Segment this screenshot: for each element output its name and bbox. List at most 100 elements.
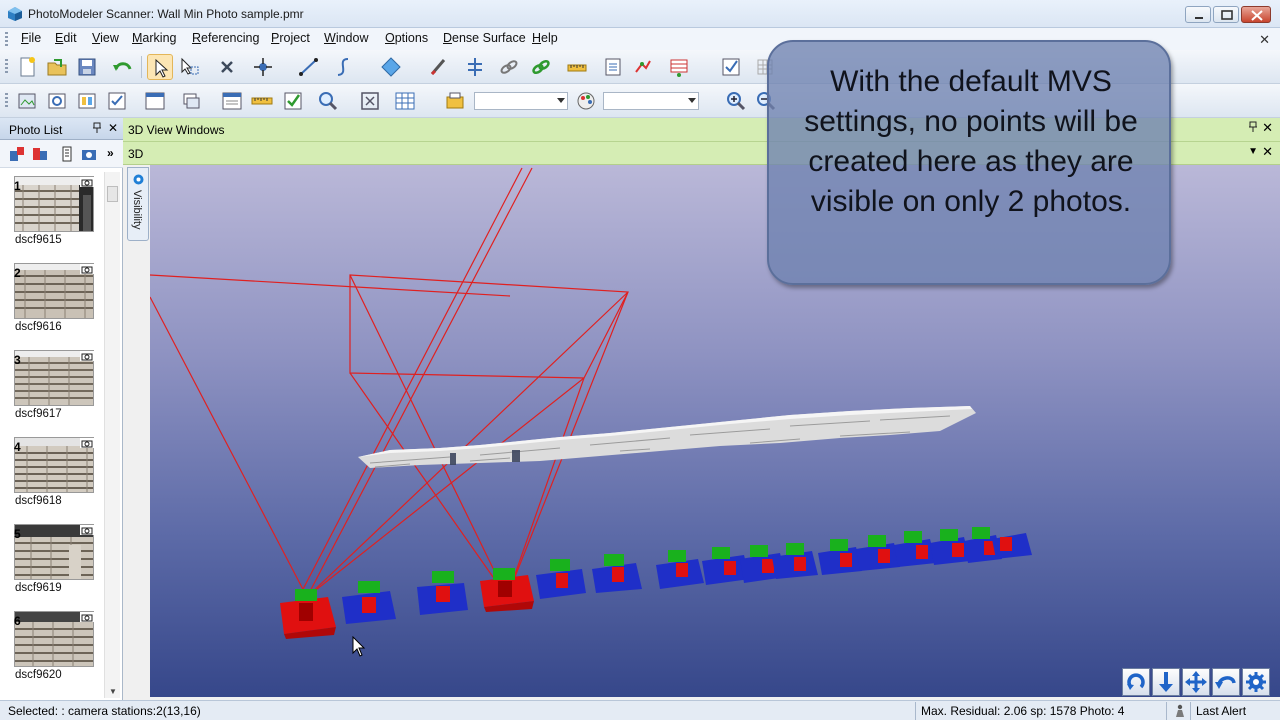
camera-station[interactable] bbox=[772, 543, 818, 579]
menu-file[interactable]: File bbox=[20, 31, 42, 45]
photo-details-icon[interactable] bbox=[58, 145, 76, 163]
photo-camera-icon[interactable] bbox=[80, 145, 98, 163]
more-tools-icon[interactable]: » bbox=[107, 146, 114, 160]
sort-photos-icon[interactable] bbox=[8, 145, 26, 163]
tab-dropdown-icon[interactable]: ▼ bbox=[1248, 146, 1258, 157]
photo-item[interactable]: 6 dscf9620 bbox=[0, 611, 104, 697]
camera-station[interactable] bbox=[656, 550, 704, 589]
menu-help[interactable]: Help bbox=[531, 31, 559, 45]
link-tool-icon[interactable] bbox=[528, 54, 554, 80]
new-project-icon[interactable] bbox=[14, 54, 40, 80]
menu-marking[interactable]: Marking bbox=[131, 31, 177, 45]
photo-item[interactable]: 4 dscf9618 bbox=[0, 437, 104, 523]
menu-options[interactable]: Options bbox=[384, 31, 429, 45]
close-button[interactable] bbox=[1241, 6, 1271, 23]
menu-referencing[interactable]: Referencing bbox=[191, 31, 260, 45]
menu-view[interactable]: View bbox=[91, 31, 120, 45]
pan-view-icon[interactable] bbox=[1182, 668, 1210, 696]
scrollbar-thumb[interactable] bbox=[107, 186, 118, 202]
delete-icon[interactable] bbox=[214, 54, 240, 80]
reference-tool-icon[interactable] bbox=[462, 54, 488, 80]
chain-tool-icon[interactable] bbox=[496, 54, 522, 80]
table-tool-icon[interactable] bbox=[666, 54, 692, 80]
menu-edit[interactable]: Edit bbox=[54, 31, 78, 45]
table-view-icon[interactable] bbox=[142, 88, 168, 114]
photo-item[interactable]: 5 dscf9619 bbox=[0, 524, 104, 610]
camera-station[interactable] bbox=[894, 531, 936, 567]
checklist-icon[interactable] bbox=[280, 88, 306, 114]
alert-person-icon[interactable] bbox=[1174, 704, 1186, 718]
layer-icon[interactable] bbox=[442, 88, 468, 114]
pin-icon[interactable] bbox=[1248, 121, 1258, 133]
camera-station[interactable] bbox=[342, 581, 396, 624]
camera-station[interactable] bbox=[536, 559, 586, 599]
scroll-down-icon[interactable]: ▼ bbox=[109, 687, 117, 696]
photo-list-scrollbar[interactable]: ▼ bbox=[104, 172, 120, 698]
mdi-close-icon[interactable]: ✕ bbox=[1259, 32, 1270, 48]
tab-3d[interactable]: 3D bbox=[128, 147, 143, 161]
pin-icon[interactable] bbox=[92, 122, 102, 134]
camera-station[interactable] bbox=[417, 571, 468, 615]
zoom-icon[interactable] bbox=[315, 88, 341, 114]
camera-badge-icon bbox=[80, 438, 94, 448]
menu-grip bbox=[5, 32, 8, 46]
tile-photos-icon[interactable] bbox=[74, 88, 100, 114]
dolly-view-icon[interactable] bbox=[1152, 668, 1180, 696]
filter-photos-icon[interactable] bbox=[31, 145, 49, 163]
camera-station-selected[interactable] bbox=[280, 589, 336, 639]
menu-dense-surface[interactable]: Dense Surface bbox=[442, 31, 527, 45]
color-select[interactable] bbox=[603, 92, 699, 110]
view-settings-icon[interactable] bbox=[1242, 668, 1270, 696]
undo-icon[interactable] bbox=[110, 54, 136, 80]
photo-item[interactable]: 3 dscf9617 bbox=[0, 350, 104, 436]
grid-view-icon[interactable] bbox=[392, 88, 418, 114]
add-point-icon[interactable] bbox=[250, 54, 276, 80]
photo-view-icon[interactable] bbox=[44, 88, 70, 114]
color-palette-icon[interactable] bbox=[573, 88, 599, 114]
properties-icon[interactable] bbox=[219, 88, 245, 114]
ruler-icon[interactable] bbox=[249, 88, 275, 114]
window-arrange-icon[interactable] bbox=[178, 88, 204, 114]
last-alert-link[interactable]: Last Alert bbox=[1196, 704, 1246, 718]
camera-station[interactable] bbox=[818, 539, 862, 575]
camera-stations[interactable] bbox=[280, 527, 1032, 639]
open-photos-icon[interactable] bbox=[14, 88, 40, 114]
idealize-icon[interactable] bbox=[630, 54, 656, 80]
photo-item[interactable]: 1 dscf9615 bbox=[0, 176, 104, 262]
camera-station[interactable] bbox=[930, 529, 970, 565]
minimize-button[interactable] bbox=[1185, 6, 1211, 23]
visibility-tab[interactable]: Visibility bbox=[127, 167, 149, 241]
camera-station[interactable] bbox=[856, 535, 900, 571]
layer-select[interactable] bbox=[474, 92, 568, 110]
line-tool-icon[interactable] bbox=[296, 54, 322, 80]
reset-view-icon[interactable] bbox=[1212, 668, 1240, 696]
multi-select-icon[interactable] bbox=[176, 54, 202, 80]
maximize-button[interactable] bbox=[1213, 6, 1239, 23]
title-bar: PhotoModeler Scanner: Wall Min Photo sam… bbox=[0, 0, 1280, 28]
surface-tool-icon[interactable] bbox=[378, 54, 404, 80]
check-tool-icon[interactable] bbox=[718, 54, 744, 80]
fit-view-icon[interactable] bbox=[357, 88, 383, 114]
photo-table-icon[interactable] bbox=[104, 88, 130, 114]
save-icon[interactable] bbox=[74, 54, 100, 80]
menu-window[interactable]: Window bbox=[323, 31, 369, 45]
view-windows-close-icon[interactable]: ✕ bbox=[1262, 120, 1273, 136]
select-mode-icon[interactable] bbox=[147, 54, 173, 80]
toolbar-grip bbox=[5, 59, 8, 73]
callout-text: With the default MVS settings, no points… bbox=[804, 65, 1138, 218]
camera-station-selected[interactable] bbox=[480, 568, 534, 612]
edge-tool-icon[interactable] bbox=[425, 54, 451, 80]
process-icon[interactable] bbox=[600, 54, 626, 80]
tab-close-icon[interactable]: ✕ bbox=[1262, 144, 1273, 160]
photo-list-close-icon[interactable]: ✕ bbox=[108, 121, 118, 135]
camera-station[interactable] bbox=[992, 533, 1032, 559]
photo-item[interactable]: 2 dscf9616 bbox=[0, 263, 104, 349]
measure-tool-icon[interactable] bbox=[564, 54, 590, 80]
status-divider bbox=[915, 702, 916, 720]
open-project-icon[interactable] bbox=[44, 54, 70, 80]
zoom-in-icon[interactable] bbox=[723, 88, 749, 114]
menu-project[interactable]: Project bbox=[270, 31, 311, 45]
rotate-view-icon[interactable] bbox=[1122, 668, 1150, 696]
curve-tool-icon[interactable] bbox=[330, 54, 356, 80]
camera-station[interactable] bbox=[592, 554, 642, 593]
